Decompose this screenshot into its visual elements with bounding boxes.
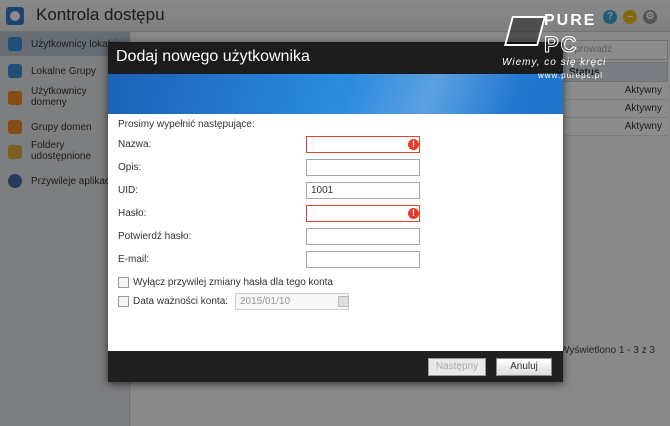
description-input[interactable]	[306, 159, 420, 176]
password-label: Hasło:	[118, 208, 147, 219]
error-icon: !	[408, 139, 419, 150]
account-expiry-label[interactable]: Data ważności konta:	[133, 296, 228, 307]
cancel-button[interactable]: Anuluj	[496, 358, 552, 376]
watermark-line2: PC	[544, 32, 579, 58]
uid-input[interactable]	[306, 182, 420, 199]
dialog-body: Prosimy wypełnić następujące: Nazwa: ! O…	[108, 114, 563, 351]
error-icon: !	[408, 208, 419, 219]
disable-password-change-checkbox[interactable]	[118, 277, 129, 288]
name-input[interactable]	[306, 136, 420, 153]
description-label: Opis:	[118, 162, 142, 173]
purepc-logo-icon	[503, 16, 547, 46]
disable-password-change-label[interactable]: Wyłącz przywilej zmiany hasła dla tego k…	[133, 277, 333, 288]
purepc-watermark: PURE PC Wiemy, co się kręci www.purepc.p…	[498, 8, 628, 88]
confirm-password-label: Potwierdź hasło:	[118, 231, 192, 242]
dialog-title: Dodaj nowego użytkownika	[116, 48, 310, 65]
dialog-banner	[108, 74, 563, 114]
watermark-site: www.purepc.pl	[538, 71, 604, 80]
instructions-text: Prosimy wypełnić następujące:	[118, 119, 255, 130]
password-input[interactable]	[306, 205, 420, 222]
next-button[interactable]: Następny	[428, 358, 486, 376]
confirm-password-input[interactable]	[306, 228, 420, 245]
email-label: E-mail:	[118, 254, 150, 265]
watermark-slogan: Wiemy, co się kręci	[502, 57, 607, 68]
dialog-footer: Następny Anuluj	[108, 351, 563, 382]
watermark-line1: PURE	[544, 12, 597, 29]
expiry-date-input[interactable]	[235, 293, 349, 310]
dialog-header: Dodaj nowego użytkownika	[108, 42, 563, 74]
account-expiry-checkbox[interactable]	[118, 296, 129, 307]
calendar-icon[interactable]	[338, 296, 349, 307]
name-label: Nazwa:	[118, 139, 152, 150]
uid-label: UID:	[118, 185, 138, 196]
email-input[interactable]	[306, 251, 420, 268]
add-user-dialog: Dodaj nowego użytkownika Prosimy wypełni…	[108, 42, 563, 382]
